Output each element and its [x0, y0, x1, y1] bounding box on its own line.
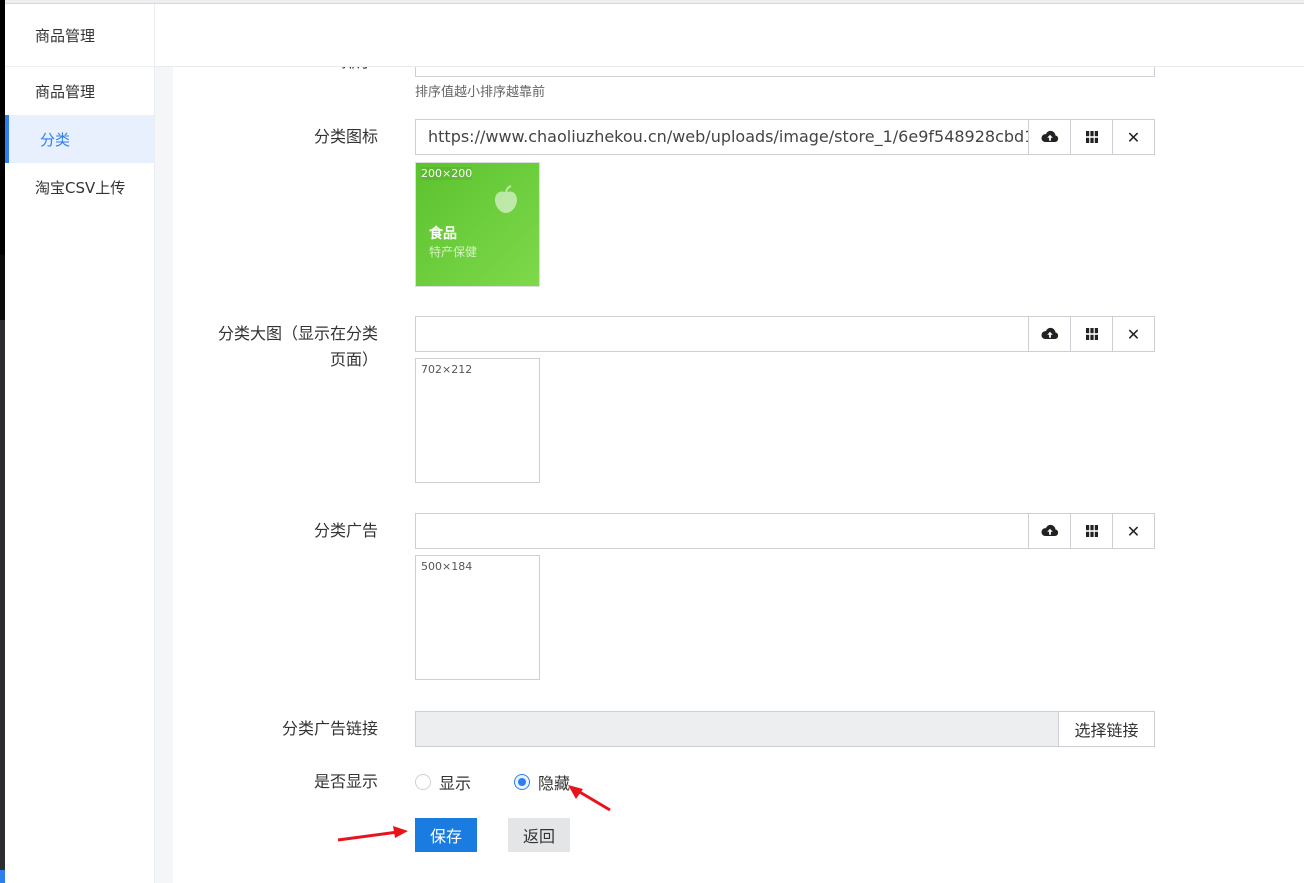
- radio-circle: [415, 774, 431, 790]
- cloud-upload-icon: [1040, 524, 1058, 536]
- icon-url-input[interactable]: https://www.chaoliuzhekou.cn/web/uploads…: [416, 120, 1028, 154]
- close-icon: ✕: [1126, 127, 1141, 147]
- select-link-button[interactable]: 选择链接: [1058, 712, 1154, 746]
- page: 商品管理 商品管理 分类 淘宝CSV上传 排序 排序值越小排序越靠前 分类图标 …: [0, 0, 1304, 883]
- grid-picker-button[interactable]: [1070, 514, 1112, 548]
- ad-link-field: [416, 712, 1058, 746]
- clear-button[interactable]: ✕: [1112, 120, 1154, 154]
- clear-button[interactable]: ✕: [1112, 317, 1154, 351]
- ad-link-label: 分类广告链接: [281, 719, 378, 738]
- header-bar: [155, 4, 1304, 67]
- radio-show-label: 显示: [439, 774, 472, 793]
- grid-picker-button[interactable]: [1070, 317, 1112, 351]
- close-icon: ✕: [1126, 324, 1141, 344]
- main-area: 排序 排序值越小排序越靠前 分类图标 https://www.chaoliuzh…: [155, 41, 1304, 883]
- upload-cloud-button[interactable]: [1028, 514, 1070, 548]
- icon-preview-image: 200×200 食品 特产保健: [415, 162, 540, 287]
- ad-label: 分类广告: [313, 521, 378, 540]
- upload-cloud-button[interactable]: [1028, 120, 1070, 154]
- clear-button[interactable]: ✕: [1112, 514, 1154, 548]
- radio-circle-selected: [514, 774, 530, 790]
- sidebar: 商品管理 商品管理 分类 淘宝CSV上传: [5, 4, 155, 883]
- icon-preview-subtitle: 特产保健: [429, 245, 478, 259]
- big-image-size-hint: 702×212: [421, 363, 473, 376]
- big-image-preview: 702×212: [415, 358, 540, 483]
- big-image-input-group: ✕: [415, 316, 1155, 352]
- grid-icon: [1085, 131, 1098, 143]
- sidebar-title: 商品管理: [5, 4, 154, 67]
- save-button[interactable]: 保存: [415, 818, 477, 852]
- ad-size-hint: 500×184: [421, 560, 473, 573]
- sidebar-item-taobao-csv-upload[interactable]: 淘宝CSV上传: [5, 163, 154, 211]
- radio-show[interactable]: 显示: [415, 770, 471, 794]
- grid-icon: [1085, 328, 1098, 340]
- cloud-upload-icon: [1040, 327, 1058, 339]
- grid-picker-button[interactable]: [1070, 120, 1112, 154]
- icon-preview-title: 食品: [429, 226, 457, 242]
- icon-label: 分类图标: [313, 127, 378, 146]
- form-card: 排序 排序值越小排序越靠前 分类图标 https://www.chaoliuzh…: [173, 41, 1304, 883]
- back-button[interactable]: 返回: [508, 818, 570, 852]
- ad-url-input[interactable]: [416, 514, 1028, 548]
- cloud-upload-icon: [1040, 130, 1058, 142]
- radio-hide-label: 隐藏: [538, 774, 571, 793]
- close-icon: ✕: [1126, 521, 1141, 541]
- sort-help-text: 排序值越小排序越靠前: [415, 85, 546, 100]
- big-image-label-line1: 分类大图（显示在分类: [217, 324, 378, 343]
- big-image-label-line2: 页面）: [329, 350, 378, 369]
- icon-size-hint: 200×200: [421, 167, 473, 180]
- ad-preview: 500×184: [415, 555, 540, 680]
- sidebar-item-product-management[interactable]: 商品管理: [5, 67, 154, 115]
- ad-input-group: ✕: [415, 513, 1155, 549]
- big-image-url-input[interactable]: [416, 317, 1028, 351]
- sidebar-item-category[interactable]: 分类: [5, 115, 154, 163]
- grid-icon: [1085, 525, 1098, 537]
- upload-cloud-button[interactable]: [1028, 317, 1070, 351]
- icon-input-group: https://www.chaoliuzhekou.cn/web/uploads…: [415, 119, 1155, 155]
- ad-link-input-group: 选择链接: [415, 711, 1155, 747]
- apple-icon: [495, 185, 517, 213]
- visibility-label: 是否显示: [313, 772, 378, 791]
- radio-hide[interactable]: 隐藏: [514, 770, 570, 794]
